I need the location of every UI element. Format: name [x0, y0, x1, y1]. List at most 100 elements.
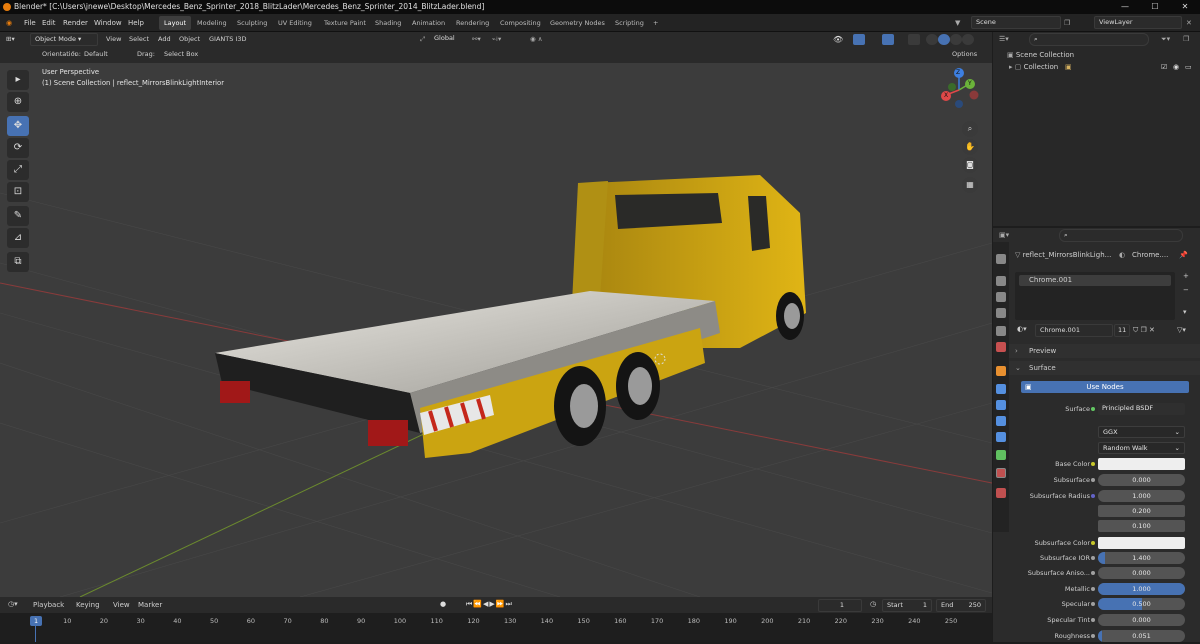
overlay-toggle-icon[interactable]: [882, 34, 894, 45]
tab-uv-editing[interactable]: UV Editing: [273, 16, 317, 30]
tab-modeling[interactable]: Modeling: [192, 16, 232, 30]
start-frame-field[interactable]: Start 1: [882, 599, 932, 612]
surface-shader-select[interactable]: Principled BSDF: [1098, 403, 1185, 415]
close-button[interactable]: ✕: [1170, 0, 1200, 14]
remove-slot-icon[interactable]: −: [1183, 286, 1189, 294]
properties-editor-icon[interactable]: ▣▾: [999, 231, 1009, 239]
orientation-select[interactable]: Default: [84, 49, 108, 60]
transform-orientation-select[interactable]: Global: [430, 33, 466, 46]
options-button[interactable]: Options: [952, 49, 977, 60]
drag-select[interactable]: Select Box: [164, 49, 198, 60]
add-cube-tool-icon[interactable]: ⧉: [7, 252, 29, 272]
menu-giants-i3d[interactable]: GIANTS I3D: [209, 34, 246, 45]
physics-tab-icon[interactable]: [996, 416, 1006, 426]
transform-orientation-icon[interactable]: ⤢: [420, 34, 425, 45]
tab-texture-paint[interactable]: Texture Paint: [319, 16, 371, 30]
navigation-gizmo[interactable]: Z X Y: [934, 66, 986, 196]
tab-rendering[interactable]: Rendering: [451, 16, 494, 30]
tab-layout[interactable]: Layout: [159, 16, 192, 30]
menu-playback[interactable]: Playback: [33, 601, 64, 609]
copy-scene-icon[interactable]: ❐: [1064, 17, 1070, 29]
menu-add[interactable]: Add: [158, 34, 171, 45]
scene-tab-icon[interactable]: [996, 326, 1006, 336]
cursor-tool-icon[interactable]: ⊕: [7, 92, 29, 112]
render-camera-icon[interactable]: ▭: [1185, 63, 1192, 71]
move-tool-icon[interactable]: ✥: [7, 116, 29, 136]
editor-type-icon[interactable]: ⊞▾: [6, 34, 15, 45]
tab-animation[interactable]: Animation: [407, 16, 450, 30]
collection-row[interactable]: ▸ ▢ Collection ▣ ☑ ◉ ▭: [1009, 63, 1195, 74]
view-layer-tab-icon[interactable]: [996, 308, 1006, 318]
material-slot-list[interactable]: Chrome.001: [1015, 272, 1175, 320]
remove-viewlayer-icon[interactable]: ✕: [1186, 17, 1192, 29]
tool-tab-icon[interactable]: [996, 254, 1006, 264]
shading-material-icon[interactable]: [950, 34, 962, 45]
property-value-slider[interactable]: 0.100: [1098, 520, 1185, 532]
add-slot-icon[interactable]: +: [1183, 272, 1189, 280]
blender-menu-icon[interactable]: ◉: [6, 17, 12, 29]
menu-file[interactable]: File: [24, 17, 36, 29]
viewlayer-field[interactable]: ViewLayer: [1094, 16, 1182, 29]
zoom-icon[interactable]: ⌕: [962, 121, 978, 137]
outliner-search-input[interactable]: ⌕: [1029, 33, 1149, 46]
material-users-count[interactable]: 11: [1114, 324, 1130, 337]
minimize-button[interactable]: —: [1110, 0, 1140, 14]
property-value-slider[interactable]: 1.000: [1098, 490, 1185, 502]
menu-timeline-view[interactable]: View: [113, 601, 130, 609]
camera-view-icon[interactable]: ◙: [962, 157, 978, 173]
properties-search-input[interactable]: ⌕: [1059, 229, 1183, 242]
menu-marker[interactable]: Marker: [138, 601, 162, 609]
end-frame-field[interactable]: End 250: [936, 599, 986, 612]
new-collection-icon[interactable]: ❐: [1183, 35, 1189, 43]
menu-edit[interactable]: Edit: [42, 17, 56, 29]
add-workspace-button[interactable]: +: [648, 16, 663, 30]
property-value-slider[interactable]: 0.000: [1098, 614, 1185, 626]
menu-window[interactable]: Window: [94, 17, 122, 29]
timeline-track[interactable]: 1 10 20 30 40 50 60 70 80 90 100 110 120 130 140 150 160…: [0, 613, 992, 642]
preview-section-header[interactable]: › Preview: [1009, 344, 1200, 358]
transform-tool-icon[interactable]: ⊡: [7, 182, 29, 202]
ortho-grid-icon[interactable]: ▦: [962, 177, 978, 193]
link-icon[interactable]: ▽▾: [1177, 326, 1186, 334]
shading-wireframe-icon[interactable]: [926, 34, 938, 45]
gizmo-toggle-icon[interactable]: [853, 34, 865, 45]
shading-solid-icon[interactable]: [938, 34, 950, 45]
data-tab-icon[interactable]: [996, 450, 1006, 460]
scale-tool-icon[interactable]: ⤢: [7, 160, 29, 180]
pin-icon[interactable]: 📌: [1179, 251, 1188, 259]
expand-arrow-icon[interactable]: ▸ ▢: [1009, 63, 1024, 71]
exclude-checkbox-icon[interactable]: ☑: [1161, 63, 1167, 71]
shading-rendered-icon[interactable]: [962, 34, 974, 45]
measure-tool-icon[interactable]: ⊿: [7, 228, 29, 248]
color-swatch[interactable]: [1098, 537, 1185, 549]
texture-tab-icon[interactable]: [996, 488, 1006, 498]
material-browse-icon[interactable]: ◐▾: [1017, 325, 1027, 333]
use-nodes-button[interactable]: ▣ Use Nodes: [1021, 381, 1189, 393]
property-value-slider[interactable]: 0.000: [1098, 567, 1185, 579]
menu-render[interactable]: Render: [63, 17, 88, 29]
proportional-edit-icon[interactable]: ◉ ∧: [530, 34, 543, 45]
playback-controls-icon[interactable]: ⏮⏪◀▶⏩⏭: [466, 600, 513, 609]
property-value-slider[interactable]: 0.000: [1098, 474, 1185, 486]
constraints-tab-icon[interactable]: [996, 432, 1006, 442]
menu-keying[interactable]: Keying: [76, 601, 100, 609]
output-tab-icon[interactable]: [996, 292, 1006, 302]
filter-icon[interactable]: ⏷▾: [1161, 35, 1170, 44]
tab-geometry-nodes[interactable]: Geometry Nodes: [545, 16, 610, 30]
property-value-slider[interactable]: 0.200: [1098, 505, 1185, 517]
property-value-slider[interactable]: 1.000: [1098, 583, 1185, 595]
menu-help[interactable]: Help: [128, 17, 144, 29]
rotate-tool-icon[interactable]: ⟳: [7, 138, 29, 158]
record-icon[interactable]: ●: [440, 600, 446, 608]
menu-select[interactable]: Select: [129, 34, 149, 45]
tab-scripting[interactable]: Scripting: [610, 16, 649, 30]
world-tab-icon[interactable]: [996, 342, 1006, 352]
select-tool-icon[interactable]: ▸: [7, 70, 29, 90]
fake-user-shield-icon[interactable]: ⛉ ❐ ✕: [1133, 326, 1155, 335]
property-value-slider[interactable]: 0.051: [1098, 630, 1185, 642]
render-tab-icon[interactable]: [996, 276, 1006, 286]
material-slot-item[interactable]: Chrome.001: [1019, 275, 1171, 286]
tab-sculpting[interactable]: Sculpting: [232, 16, 272, 30]
sss-method-select[interactable]: Random Walk ⌄: [1098, 442, 1185, 454]
modifier-tab-icon[interactable]: [996, 384, 1006, 394]
